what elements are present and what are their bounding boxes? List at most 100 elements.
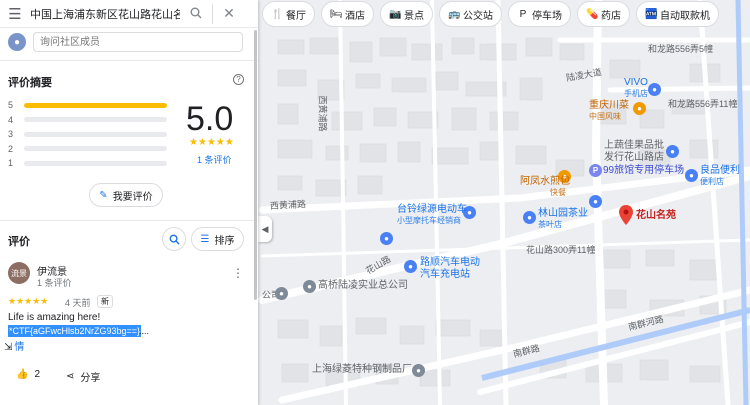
review-text: Life is amazing here! [8,312,101,323]
chip-label: 景点 [404,10,424,22]
rating-bar-track [24,131,167,137]
chip-label: 药店 [601,10,621,22]
poi-chongqing[interactable]: 重庆川菜 中国风味 [589,100,629,121]
bus-stop-icon: 🚌 [448,8,461,20]
write-review-icon: ✎ [99,189,108,201]
poi-vivo[interactable]: VIVO 手机店 [624,77,648,98]
panel-scrollbar[interactable] [254,30,257,300]
rating-bar-track [24,102,167,108]
poi-liangpin[interactable]: 良品便利 便利店 [700,165,740,186]
pharmacy-icon: 💊 [586,8,599,20]
average-stars: ★★★★★ [189,137,234,148]
poi-shangji[interactable]: 上蔬佳果品批 发行花山路店 [604,140,664,164]
chip-parking[interactable]: P 停车场 [508,1,571,27]
shop-pin-icon[interactable]: ● [523,211,536,224]
rating-bar-row: 5 [8,100,167,110]
cursor-icon: ⇲ [4,342,13,353]
poi-linshan[interactable]: 林山园茶业 茶叶店 [538,208,588,229]
charging-pin-icon[interactable]: ● [404,260,417,273]
shop-pin-icon[interactable]: ● [685,169,698,182]
share-label: 分享 [80,373,101,384]
review-count-link[interactable]: 1 条评价 [197,153,232,166]
chip-attractions[interactable]: 📷 景点 [380,1,433,27]
chip-label: 停车场 [532,10,562,22]
chip-atm[interactable]: 🏧 自动取款机 [636,1,719,27]
atm-icon: 🏧 [645,8,658,20]
selected-review-text: *CTF{aGFwcHlsb2NrZG93bg==} [8,325,142,337]
selected-place-pin-icon[interactable] [619,205,633,225]
review-ellipsis: .... [139,326,150,336]
poi-shanghai-lvling[interactable]: 上海绿菱特种钢制品厂 [312,364,412,376]
shop-pin-icon[interactable]: ● [648,83,661,96]
chip-label: 自动取款机 [660,10,710,22]
review-more-label: 情 [14,342,25,353]
road-label: 西黄浦路 [317,95,328,132]
search-icon [169,234,180,245]
search-bar: ☰ ✕ [0,0,258,28]
address-label: 花山路300弄11幢 [526,245,596,255]
search-icon[interactable] [180,6,212,22]
road-label: 和龙路556弄5幢 [648,44,714,54]
more-options-icon[interactable]: ⋮ [232,266,244,280]
review-more-link[interactable]: ⇲ 情 [4,338,24,353]
sort-icon: ☰ [200,233,210,245]
poi-gaoqiao[interactable]: 高桥陆凌实业总公司 [318,280,408,292]
reviewer-avatar[interactable]: 流景 [8,262,30,284]
hotel-icon: 🛏 [330,8,343,20]
road-label: 和龙路556弄11幢 [668,99,738,109]
rating-bar-star: 3 [8,129,14,139]
shop-pin-icon[interactable]: ● [666,145,679,158]
building-pin-icon[interactable]: ● [412,364,425,377]
building-pin-icon[interactable]: ● [275,287,288,300]
search-input[interactable] [30,7,180,20]
collapse-panel-button[interactable]: ◀ [258,216,272,242]
restaurant-pin-icon[interactable]: ● [633,102,646,115]
search-reviews-button[interactable] [162,227,186,251]
chip-pharmacy[interactable]: 💊 药店 [577,1,630,27]
chip-hotel[interactable]: 🛏 酒店 [321,1,374,27]
building-pin-icon[interactable]: ● [303,280,316,293]
reviewer-review-count: 1 条评价 [37,278,72,288]
poi-lushun[interactable]: 路顺汽车电动 汽车充电站 [420,257,480,281]
share-icon: ⋖ [66,371,75,382]
shop-pin-icon[interactable]: ● [380,232,393,245]
divider [0,220,258,221]
place-panel: ☰ ✕ ● 评价摘要 ? 5 4 3 2 1 5.0 ★★★★★ 1 条评价 ✎ 我要评… [0,0,258,405]
rating-bar-track [24,160,167,166]
like-count: 2 [34,369,41,380]
user-avatar-icon: ● [8,33,26,51]
help-icon[interactable]: ? [233,74,244,85]
chip-bus-stop[interactable]: 🚌 公交站 [439,1,502,27]
review-date: 4 天前 [65,298,91,308]
poi-parking99[interactable]: 99旅馆专用停车场 [603,165,684,177]
poi-tailing[interactable]: 台铃绿源电动车 小型摩托车经销商 [397,204,467,225]
reviews-title: 评价 [8,236,30,248]
rating-bar-row: 1 [8,158,167,168]
chip-label: 酒店 [345,10,365,22]
shop-pin-icon[interactable]: ● [589,195,602,208]
selected-place-label[interactable]: 花山名苑 [636,210,676,222]
rating-bar-star: 4 [8,114,14,125]
new-badge: 新 [97,295,113,308]
menu-icon[interactable]: ☰ [0,5,30,23]
close-icon[interactable]: ✕ [213,5,245,22]
attractions-icon: 📷 [389,8,402,20]
poi-afeng[interactable]: 阿凤水煎包 快餐 [520,176,570,197]
rating-bar-track [24,117,167,122]
write-review-button[interactable]: ✎ 我要评价 [89,183,163,207]
sort-button[interactable]: ☰ 排序 [191,227,244,251]
like-button[interactable]: 👍 2 [16,369,40,380]
category-chips: 🍴 餐厅 🛏 酒店 📷 景点 🚌 公交站 P 停车场 💊 药店 🏧 自动取款机 [262,1,719,27]
rating-bar-star: 1 [8,158,14,168]
average-score: 5.0 [186,100,234,138]
parking-pin-icon[interactable]: P [589,164,602,177]
ask-community-input[interactable] [33,32,243,52]
chip-restaurant[interactable]: 🍴 餐厅 [262,1,315,27]
parking-icon: P [519,8,527,20]
thumbs-up-icon: 👍 [16,369,29,380]
review-stars: ★★★★★ [8,296,49,306]
rating-bar-row: 4 [8,115,167,125]
rating-bar-row: 3 [8,129,167,139]
ask-community-row: ● [0,30,258,54]
share-button[interactable]: ⋖ 分享 [66,369,100,384]
